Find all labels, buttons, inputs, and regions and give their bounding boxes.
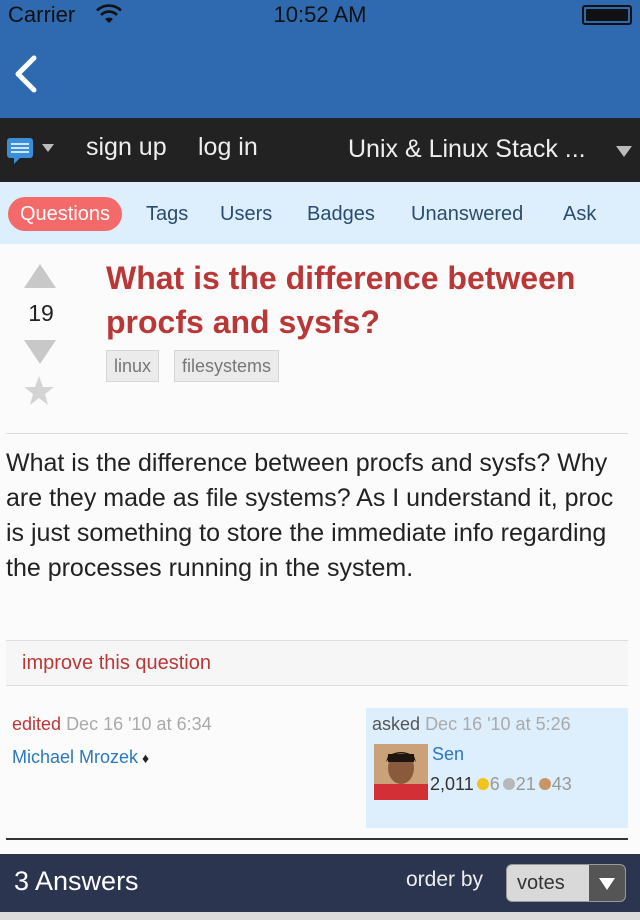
editor-name[interactable]: Michael Mrozek <box>12 747 138 767</box>
site-header: sign up log in Unix & Linux Stack ... <box>0 118 640 182</box>
section-tabs: Questions Tags Users Badges Unanswered A… <box>0 182 640 244</box>
improve-question-link[interactable]: improve this question <box>22 652 211 675</box>
log-in-link[interactable]: log in <box>198 133 258 162</box>
silver-badge-count: 21 <box>515 774 536 794</box>
navigation-bar <box>0 30 640 118</box>
caret-down-icon[interactable] <box>614 144 634 158</box>
editor-user-link[interactable]: Michael Mrozek ♦ <box>12 747 149 768</box>
select-button[interactable] <box>589 865 625 901</box>
edited-label: edited <box>12 714 62 734</box>
order-by-label: order by <box>406 868 484 891</box>
downvote-arrow-icon[interactable] <box>20 338 60 366</box>
asker-reputation: 2,011 6 21 43 <box>430 774 572 795</box>
asked-label: asked <box>372 714 421 734</box>
favorite-star-icon[interactable] <box>22 374 56 408</box>
silver-badge-icon <box>502 778 515 790</box>
bottom-strip <box>0 912 640 920</box>
status-bar: Carrier 10:52 AM <box>0 0 640 30</box>
sign-up-link[interactable]: sign up <box>86 133 167 162</box>
divider <box>6 433 628 434</box>
edited-info: edited Dec 16 '10 at 6:34 <box>12 714 212 735</box>
question-body: What is the difference between procfs an… <box>6 449 614 582</box>
avatar[interactable] <box>374 744 428 800</box>
chat-menu-icon[interactable] <box>6 136 62 166</box>
tag-linux[interactable]: linux <box>106 350 160 382</box>
tab-users[interactable]: Users <box>220 197 272 231</box>
bronze-badge-icon <box>538 778 551 790</box>
answers-count: 3 Answers <box>14 866 139 896</box>
gold-badge-count: 6 <box>489 774 500 794</box>
chevron-down-icon <box>599 878 615 890</box>
battery-icon <box>582 5 632 25</box>
reputation-score: 2,011 <box>430 774 474 794</box>
vote-count: 19 <box>28 300 54 326</box>
tab-badges[interactable]: Badges <box>307 197 375 231</box>
upvote-arrow-icon[interactable] <box>20 262 60 290</box>
tab-questions[interactable]: Questions <box>8 197 123 231</box>
improve-question-bar: improve this question <box>6 640 628 686</box>
divider <box>6 838 628 840</box>
asked-info: asked Dec 16 '10 at 5:26 <box>372 714 571 735</box>
gold-badge-icon <box>476 778 489 790</box>
tag-filesystems[interactable]: filesystems <box>174 350 280 382</box>
answers-header: 3 Answers order by votes <box>0 854 640 912</box>
order-by-value: votes <box>517 872 565 894</box>
tab-ask[interactable]: Ask <box>563 197 596 231</box>
bronze-badge-count: 43 <box>551 774 572 794</box>
moderator-diamond-icon: ♦ <box>142 750 150 766</box>
back-chevron-icon[interactable] <box>10 52 44 96</box>
tab-unanswered[interactable]: Unanswered <box>411 197 523 231</box>
asker-name[interactable]: Sen <box>432 744 464 765</box>
order-by-select[interactable]: votes <box>506 864 626 902</box>
edited-time: Dec 16 '10 at 6:34 <box>66 714 212 734</box>
asked-user-card: asked Dec 16 '10 at 5:26 Sen 2,011 6 21 43 <box>366 708 628 828</box>
asked-time: Dec 16 '10 at 5:26 <box>425 714 571 734</box>
question-title: What is the difference between procfs an… <box>106 260 576 340</box>
tab-tags[interactable]: Tags <box>146 197 188 231</box>
site-name[interactable]: Unix & Linux Stack ... <box>348 135 606 164</box>
clock: 10:52 AM <box>273 2 367 27</box>
question-panel: 19 What is the difference between procfs… <box>0 244 640 854</box>
